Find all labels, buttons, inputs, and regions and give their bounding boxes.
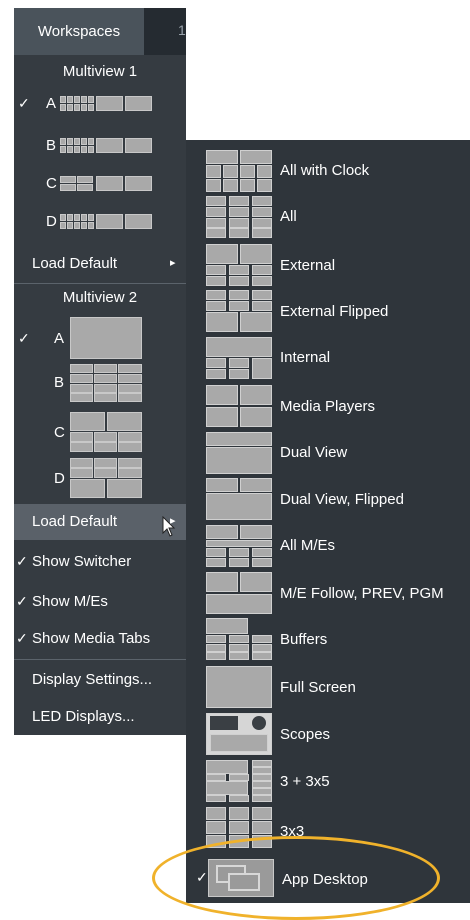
submenu-item-full-screen[interactable]: Full Screen (186, 664, 470, 710)
submenu-item-label: External Flipped (280, 303, 389, 320)
layout-all-with-clock-icon (206, 150, 272, 192)
submenu-item-all-with-clock[interactable]: All with Clock (186, 148, 470, 194)
multiview2-load-default[interactable]: Load Default ▸ (14, 504, 186, 540)
submenu-item-label: Dual View, Flipped (280, 491, 404, 508)
submenu-item-all[interactable]: All (186, 194, 470, 240)
check-icon: ✓ (18, 330, 30, 346)
multiview1-header: Multiview 1 (62, 63, 138, 80)
submenu-item-scopes[interactable]: Scopes (186, 711, 470, 757)
submenu-item-label: Internal (280, 349, 331, 366)
multiview1-item-a[interactable]: ✓ A (14, 88, 186, 120)
submenu-item-label: Media Players (280, 398, 376, 415)
layout-full-screen-icon (206, 666, 272, 708)
submenu-item-label: External (280, 257, 336, 274)
option-show-mes[interactable]: ✓ Show M/Es (14, 588, 186, 616)
multiview2-item-a-label: A (54, 330, 65, 347)
option-show-media-tabs-label: Show Media Tabs (32, 630, 151, 647)
submenu-item-label: All (280, 208, 297, 225)
submenu-item-me-follow-prev-pgm[interactable]: M/E Follow, PREV, PGM (186, 570, 470, 616)
layout-dual-view-icon (206, 432, 272, 474)
submenu-item-label: 3 + 3x5 (280, 773, 330, 790)
option-show-media-tabs[interactable]: ✓ Show Media Tabs (14, 625, 186, 653)
submenu-item-media-players[interactable]: Media Players (186, 383, 470, 429)
multiview2-item-d[interactable]: D (14, 456, 186, 498)
submenu-item-label: All with Clock (280, 162, 370, 179)
layout-media-players-icon (206, 385, 272, 427)
submenu-item-external-flipped[interactable]: External Flipped (186, 288, 470, 334)
layout-external-icon (206, 244, 272, 286)
multiview1-load-default-label: Load Default (32, 255, 118, 272)
option-show-switcher[interactable]: ✓ Show Switcher (14, 548, 186, 576)
layout-all-icon (206, 196, 272, 238)
submenu-item-dual-view-flipped[interactable]: Dual View, Flipped (186, 476, 470, 522)
submenu-item-label: All M/Es (280, 537, 336, 554)
layout-all-mes-icon (206, 525, 272, 567)
display-settings-item[interactable]: Display Settings... (14, 666, 186, 694)
layout-thumbnail-icon (60, 176, 152, 191)
multiview2-header: Multiview 2 (62, 289, 138, 306)
layout-3-plus-3x5-icon (206, 760, 272, 802)
layout-thumbnail-icon (70, 458, 142, 498)
multiview1-item-c[interactable]: C (14, 168, 186, 200)
multiview2-item-c-label: C (54, 424, 65, 441)
tab-workspaces-label: Workspaces (37, 23, 121, 40)
layout-scopes-icon (206, 713, 272, 755)
multiview1-item-c-label: C (46, 175, 57, 192)
multiview2-item-c[interactable]: C (14, 410, 186, 452)
layout-thumbnail-icon (60, 214, 152, 229)
multiview2-item-a[interactable]: ✓ A (14, 314, 186, 360)
submenu-item-buffers[interactable]: Buffers (186, 616, 470, 662)
multiview2-item-d-label: D (54, 470, 65, 487)
check-icon: ✓ (16, 630, 28, 646)
layout-thumbnail-icon (70, 412, 142, 452)
layout-dual-view-flipped-icon (206, 478, 272, 520)
layout-me-follow-icon (206, 572, 272, 614)
multiview1-item-d-label: D (46, 213, 57, 230)
layout-internal-icon (206, 337, 272, 379)
submenu-item-internal[interactable]: Internal (186, 335, 470, 381)
mouse-cursor-icon (162, 516, 176, 537)
tab-next-partial[interactable]: 1 (178, 22, 186, 38)
display-settings-label: Display Settings... (32, 671, 153, 688)
led-displays-label: LED Displays... (32, 708, 135, 725)
submenu-item-all-mes[interactable]: All M/Es (186, 523, 470, 569)
check-icon: ✓ (16, 553, 28, 569)
multiview2-load-default-label: Load Default (32, 513, 118, 530)
divider (14, 659, 186, 660)
layout-external-flipped-icon (206, 290, 272, 332)
submenu-item-label: Scopes (280, 726, 331, 743)
layout-thumbnail-icon (70, 317, 142, 359)
option-show-switcher-label: Show Switcher (32, 553, 132, 570)
option-show-mes-label: Show M/Es (32, 593, 108, 610)
submenu-item-label: Full Screen (280, 679, 356, 696)
multiview1-item-b[interactable]: B (14, 130, 186, 162)
check-icon: ✓ (16, 593, 28, 609)
layout-thumbnail-icon (70, 364, 142, 402)
highlight-oval (152, 836, 440, 920)
check-icon: ✓ (18, 95, 30, 111)
submenu-item-external[interactable]: External (186, 242, 470, 288)
tab-workspaces[interactable]: Workspaces (14, 8, 144, 55)
layout-thumbnail-icon (60, 138, 152, 153)
multiview1-item-b-label: B (46, 137, 57, 154)
multiview2-item-b-label: B (54, 374, 65, 391)
submenu-arrow-icon: ▸ (170, 257, 176, 269)
submenu-item-label: M/E Follow, PREV, PGM (280, 585, 444, 602)
multiview2-item-b[interactable]: B (14, 362, 186, 402)
multiview1-item-d[interactable]: D (14, 206, 186, 238)
layout-thumbnail-icon (60, 96, 152, 111)
submenu-item-3-plus-3x5[interactable]: 3 + 3x5 (186, 758, 470, 804)
multiview1-load-default[interactable]: Load Default ▸ (14, 250, 186, 278)
submenu-item-dual-view[interactable]: Dual View (186, 430, 470, 476)
led-displays-item[interactable]: LED Displays... (14, 703, 186, 731)
submenu-item-label: Buffers (280, 631, 328, 648)
submenu-item-label: Dual View (280, 444, 348, 461)
divider (14, 283, 186, 284)
layout-buffers-icon (206, 618, 272, 660)
multiview1-item-a-label: A (46, 95, 57, 112)
